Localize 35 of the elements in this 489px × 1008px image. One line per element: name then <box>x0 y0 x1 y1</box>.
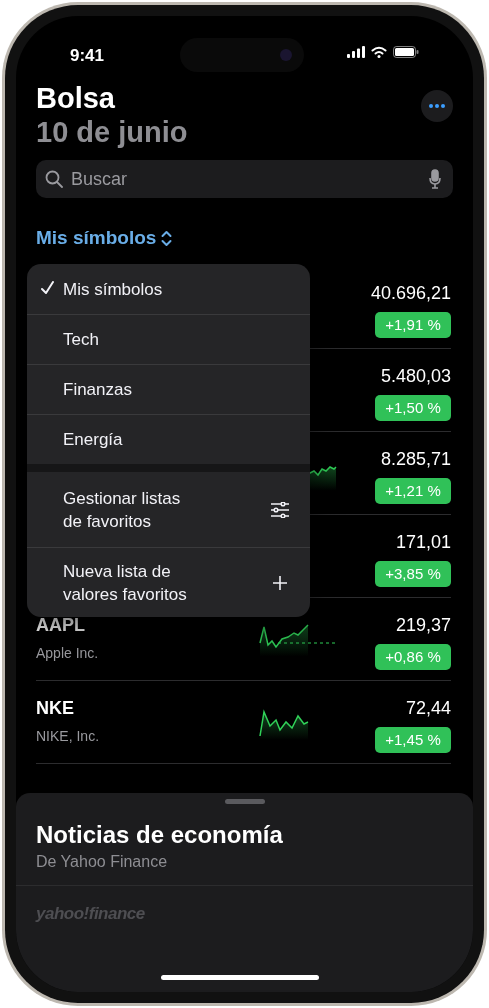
plus-icon <box>272 574 288 591</box>
stock-price: 40.696,21 <box>370 282 451 304</box>
sheet-subtitle: De Yahoo Finance <box>36 852 169 872</box>
stock-symbol: AAPL <box>36 614 86 636</box>
battery-icon <box>393 46 419 58</box>
sheet-grabber[interactable] <box>224 799 265 804</box>
sliders-icon <box>270 501 290 518</box>
date-subtitle: 10 de junio <box>36 116 188 148</box>
checkmark-icon <box>41 281 54 295</box>
menu-item[interactable]: Nueva lista de valores favoritos <box>27 547 310 617</box>
app-title: Bolsa <box>36 81 116 116</box>
company-name: NIKE, Inc. <box>36 727 101 745</box>
microphone-icon <box>429 169 441 189</box>
menu-item[interactable]: Tech <box>27 314 310 364</box>
stock-price: 72,44 <box>405 697 451 719</box>
stock-symbol: NKE <box>36 697 75 719</box>
menu-item[interactable]: Energía <box>27 414 310 464</box>
signal-icon <box>347 46 365 58</box>
stock-price: 219,37 <box>395 614 451 636</box>
search-field[interactable]: Buscar <box>36 160 453 198</box>
ellipsis-icon <box>429 104 445 108</box>
stock-price: 5.480,03 <box>380 365 451 387</box>
menu-item[interactable]: Mis símbolos <box>27 264 310 314</box>
stock-price: 8.285,71 <box>380 448 451 470</box>
chevron-updown-icon <box>161 229 173 247</box>
stock-price: 171,01 <box>395 531 451 553</box>
company-name: Apple Inc. <box>36 644 100 662</box>
list-picker[interactable]: Mis símbolos <box>36 223 173 253</box>
search-icon <box>45 170 63 188</box>
menu-item[interactable]: Finanzas <box>27 364 310 414</box>
more-button[interactable] <box>421 90 453 122</box>
status-time: 9:41 <box>70 45 105 67</box>
sheet-title: Noticias de economía <box>36 820 284 850</box>
wifi-icon <box>371 46 387 58</box>
menu-item[interactable]: Gestionar listas de favoritos <box>27 472 310 547</box>
